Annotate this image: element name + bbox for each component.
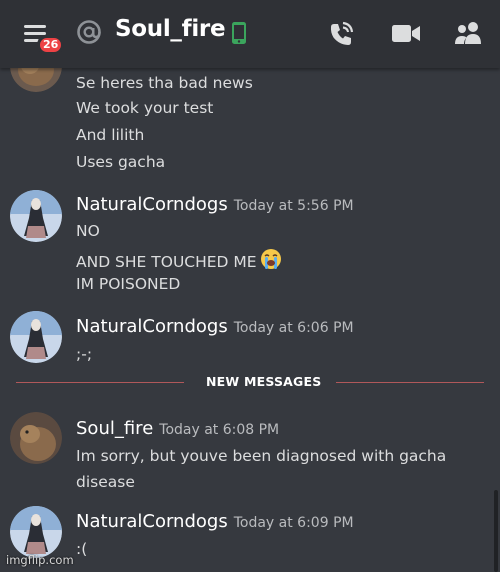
notification-badge: 26 — [37, 35, 65, 55]
members-icon[interactable] — [452, 20, 484, 46]
at-sign-icon — [76, 17, 102, 47]
message-line: NO — [76, 222, 100, 240]
divider-line-right — [336, 382, 484, 383]
message-header: NaturalCorndogs Today at 5:56 PM — [76, 194, 354, 215]
avatar[interactable] — [10, 506, 62, 558]
message-line: Im sorry, but youve been diagnosed with … — [76, 447, 447, 465]
message-header: NaturalCorndogs Today at 6:06 PM — [76, 316, 354, 337]
scrollbar[interactable] — [494, 490, 498, 572]
loudly-crying-face-emoji — [260, 248, 282, 274]
message-line: Uses gacha — [76, 153, 166, 171]
username[interactable]: NaturalCorndogs — [76, 316, 228, 337]
voice-call-icon[interactable] — [327, 20, 355, 48]
message-header: NaturalCorndogs Today at 6:09 PM — [76, 511, 354, 532]
menu-button[interactable]: 26 — [22, 20, 65, 55]
channel-header: 26 Soul_fire — [0, 0, 500, 68]
timestamp: Today at 6:08 PM — [159, 422, 280, 438]
message-line: AND SHE TOUCHED ME — [76, 248, 282, 274]
username[interactable]: NaturalCorndogs — [76, 511, 228, 532]
message-header: Soul_fire Today at 6:08 PM — [76, 418, 279, 439]
message-line: Se heres tha bad news — [76, 74, 253, 92]
timestamp: Today at 6:06 PM — [233, 320, 354, 336]
avatar[interactable] — [10, 311, 62, 363]
imgflip-watermark: imgflip.com — [6, 553, 74, 567]
message-line: disease — [76, 473, 135, 491]
message-text: AND SHE TOUCHED ME — [76, 253, 257, 271]
avatar[interactable] — [10, 412, 62, 464]
new-messages-label: NEW MESSAGES — [206, 374, 322, 389]
video-call-icon[interactable] — [391, 21, 421, 47]
channel-name: Soul_fire — [115, 16, 226, 42]
message-line: We took your test — [76, 99, 214, 117]
mobile-phone-icon — [231, 21, 247, 45]
message-line: ;-; — [76, 345, 93, 363]
divider-line-left — [16, 382, 184, 383]
timestamp: Today at 6:09 PM — [233, 515, 354, 531]
message-line: :( — [76, 540, 88, 558]
message-list: Se heres tha bad news We took your test … — [0, 0, 500, 572]
avatar[interactable] — [10, 190, 62, 242]
username[interactable]: NaturalCorndogs — [76, 194, 228, 215]
message-line: And lilith — [76, 126, 145, 144]
username[interactable]: Soul_fire — [76, 418, 153, 439]
new-messages-divider: NEW MESSAGES — [16, 374, 484, 389]
timestamp: Today at 5:56 PM — [233, 198, 354, 214]
message-line: IM POISONED — [76, 275, 181, 293]
